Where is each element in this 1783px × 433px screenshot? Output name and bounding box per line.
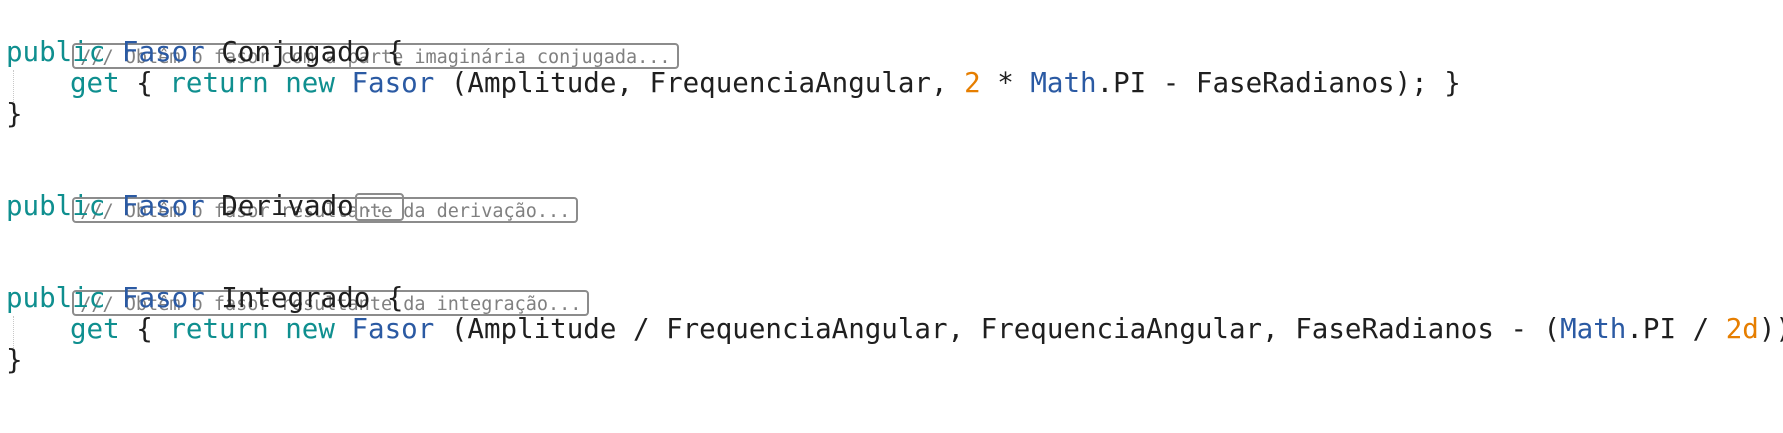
code-text: * [980,67,1031,99]
type-name: Fasor [121,282,205,314]
code-text: (Amplitude / FrequenciaAngular, Frequenc… [434,313,1561,345]
code-text: .PI - FaseRadianos); } [1096,67,1461,99]
code-line: } [6,97,23,132]
code-line: get { return new Fasor (Amplitude, Frequ… [6,66,1461,101]
type-name: Math [1560,313,1627,345]
code-line: public Fasor Integrado { [6,281,403,316]
collapsed-body[interactable]: ... [354,193,405,221]
keyword: new [285,313,335,345]
code-text: .PI / [1626,313,1726,345]
code-text: (Amplitude, FrequenciaAngular, [434,67,965,99]
property-name: Integrado [221,282,371,314]
code-text: )); } [1758,313,1783,345]
punctuation: { [119,67,170,99]
type-name: Fasor [121,36,205,68]
keyword: public [6,282,106,314]
keyword: get [70,313,120,345]
code-line: public Fasor Derivado... [6,189,405,224]
punctuation: } [6,98,23,130]
keyword: return [169,67,269,99]
type-name: Math [1030,67,1097,99]
doc-comment-line: /// Obtêm o fasor resultante da derivaçã… [6,157,579,223]
keyword: get [70,67,120,99]
punctuation: { [370,282,404,314]
punctuation: } [6,344,23,376]
keyword: return [169,313,269,345]
punctuation: { [119,313,170,345]
number-literal: 2 [964,67,981,99]
punctuation: { [370,36,404,68]
keyword: new [285,67,335,99]
number-literal: 2d [1725,313,1759,345]
property-name: Derivado [221,190,354,222]
code-line: public Fasor Conjugado { [6,35,403,70]
code-line: } [6,343,23,378]
doc-comment-line: /// Obtêm o fasor resultante da integraç… [6,250,590,316]
type-name: Fasor [121,190,205,222]
code-line: get { return new Fasor (Amplitude / Freq… [6,312,1783,347]
doc-comment-line: /// Obtêm o fasor com a parte imaginária… [6,3,679,69]
type-name: Fasor [351,67,435,99]
keyword: public [6,190,106,222]
keyword: public [6,36,106,68]
code-editor[interactable]: /// Obtêm o fasor com a parte imaginária… [6,0,1783,433]
property-name: Conjugado [221,36,371,68]
type-name: Fasor [351,313,435,345]
